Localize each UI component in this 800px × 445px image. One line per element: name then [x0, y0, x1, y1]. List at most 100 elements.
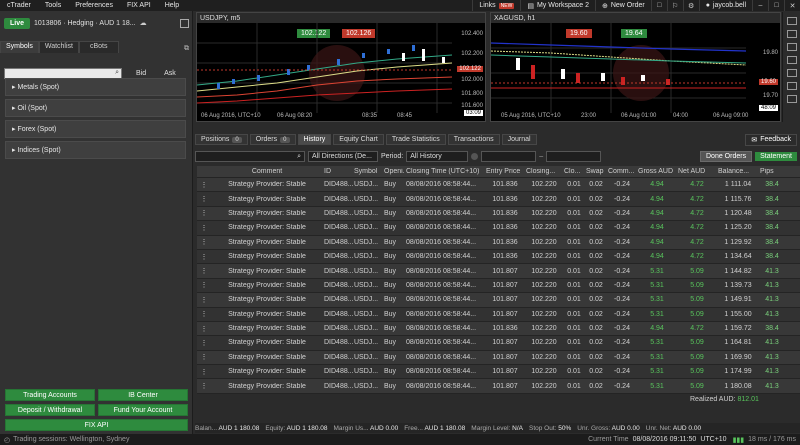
live-button[interactable]: Live: [4, 17, 31, 29]
table-row[interactable]: ⋮ Strategy Provider: Stable DID488... USDJ.…: [197, 293, 800, 308]
row-menu-icon[interactable]: ⋮: [197, 209, 211, 217]
date-to-input[interactable]: [546, 151, 602, 162]
chart-xagusd[interactable]: XAGUSD, h1 19.60 19.64 19.80 19.60 19.70…: [490, 12, 781, 122]
tab-equity-chart[interactable]: Equity Chart: [333, 134, 384, 145]
header-net-aud[interactable]: Net AUD: [677, 168, 717, 175]
table-row[interactable]: ⋮ Strategy Provider: Stable DID488... USDJ.…: [197, 264, 800, 279]
tab-trade-statistics[interactable]: Trade Statistics: [385, 134, 446, 145]
row-menu-icon[interactable]: ⋮: [197, 224, 211, 232]
direction-select[interactable]: All Directions (De...: [308, 151, 378, 162]
user-button[interactable]: ● jaycob.bell: [698, 0, 752, 11]
fix-api-button[interactable]: FIX API: [5, 419, 188, 431]
tab-cbots[interactable]: cBots: [78, 41, 119, 53]
trading-accounts-button[interactable]: Trading Accounts: [5, 389, 95, 401]
menu-fix-api[interactable]: FIX API: [120, 2, 158, 9]
row-menu-icon[interactable]: ⋮: [197, 181, 211, 189]
row-menu-icon[interactable]: ⋮: [197, 238, 211, 246]
row-menu-icon[interactable]: ⋮: [197, 382, 211, 390]
feedback-button[interactable]: ✉ Feedback: [745, 133, 797, 146]
new-order-button[interactable]: ⊕ New Order: [594, 0, 651, 11]
row-menu-icon[interactable]: ⋮: [197, 310, 211, 318]
tab-positions[interactable]: Positions 0: [195, 134, 248, 145]
group-indices[interactable]: ▸ Indices (Spot): [5, 141, 186, 159]
line-tool-icon[interactable]: [786, 30, 797, 38]
done-orders-button[interactable]: Done Orders: [700, 151, 753, 162]
timezone[interactable]: UTC+10: [700, 436, 726, 443]
row-menu-icon[interactable]: ⋮: [197, 325, 211, 333]
header-opening[interactable]: Openi...: [383, 168, 405, 175]
group-oil[interactable]: ▸ Oil (Spot): [5, 99, 186, 117]
tab-watchlist[interactable]: Watchlist: [38, 41, 79, 53]
links-button[interactable]: Links NEW: [472, 0, 520, 11]
radio-icon[interactable]: [471, 153, 479, 160]
group-forex[interactable]: ▸ Forex (Spot): [5, 120, 186, 138]
header-closing-price[interactable]: Closing...: [525, 168, 563, 175]
menu-preferences[interactable]: Preferences: [68, 2, 120, 9]
group-metals[interactable]: ▸ Metals (Spot): [5, 78, 186, 96]
workspace-button[interactable]: ▤ My Workspace 2: [520, 0, 595, 11]
account-info[interactable]: 1013806 · Hedging · AUD 1 18...: [34, 20, 136, 27]
menu-tools[interactable]: Tools: [38, 2, 68, 9]
fib-tool-icon[interactable]: [786, 56, 797, 64]
row-menu-icon[interactable]: ⋮: [197, 253, 211, 261]
table-row[interactable]: ⋮ Strategy Provider: Stable DID488... USDJ.…: [197, 221, 800, 236]
symbol-search-input[interactable]: ⌕: [4, 67, 122, 79]
tab-orders[interactable]: Orders 0: [249, 134, 296, 145]
chart-usdjpy[interactable]: USDJPY, m5 102.122 102.126 102.400 102.2…: [196, 12, 486, 122]
table-row[interactable]: ⋮ Strategy Provider: Stable DID488... USDJ.…: [197, 321, 800, 337]
header-gross-aud[interactable]: Gross AUD: [637, 168, 677, 175]
table-row[interactable]: ⋮ Strategy Provider: Stable DID488... USDJ.…: [197, 336, 800, 351]
ib-center-button[interactable]: IB Center: [98, 389, 188, 401]
header-pips[interactable]: Pips: [759, 168, 785, 175]
menu-ctrader[interactable]: cTrader: [0, 2, 38, 9]
delete-icon[interactable]: [786, 95, 797, 103]
tab-history[interactable]: History: [297, 134, 332, 145]
table-row[interactable]: ⋮ Strategy Provider: Stable DID488... USDJ.…: [197, 178, 800, 193]
layout-icon[interactable]: □: [650, 0, 667, 11]
table-row[interactable]: ⋮ Strategy Provider: Stable DID488... USDJ.…: [197, 192, 800, 207]
table-row[interactable]: ⋮ Strategy Provider: Stable DID488... USDJ.…: [197, 379, 800, 394]
header-entry-price[interactable]: Entry Price: [485, 168, 525, 175]
table-row[interactable]: ⋮ Strategy Provider: Stable DID488... USDJ.…: [197, 307, 800, 322]
header-id[interactable]: ID: [323, 168, 353, 175]
row-menu-icon[interactable]: ⋮: [197, 195, 211, 203]
shape-tool-icon[interactable]: [786, 43, 797, 51]
table-row[interactable]: ⋮ Strategy Provider: Stable DID488... USDJ.…: [197, 350, 800, 366]
table-row[interactable]: ⋮ Strategy Provider: Stable DID488... USDJ.…: [197, 235, 800, 250]
header-closing-qty[interactable]: Clo...: [563, 168, 585, 175]
header-commission[interactable]: Comm...: [607, 168, 637, 175]
menu-help[interactable]: Help: [158, 2, 186, 9]
settings-icon[interactable]: ⚙: [682, 0, 699, 11]
period-select[interactable]: All History: [406, 151, 469, 162]
tab-symbols[interactable]: Symbols: [0, 41, 39, 53]
row-menu-icon[interactable]: ⋮: [197, 339, 211, 347]
row-menu-icon[interactable]: ⋮: [197, 267, 211, 275]
header-comment[interactable]: Comment: [211, 168, 323, 175]
row-menu-icon[interactable]: ⋮: [197, 353, 211, 361]
minimize-icon[interactable]: –: [752, 0, 768, 11]
crosshair-icon[interactable]: [786, 17, 797, 25]
table-row[interactable]: ⋮ Strategy Provider: Stable DID488... USDJ.…: [197, 206, 800, 222]
table-row[interactable]: ⋮ Strategy Provider: Stable DID488... USDJ.…: [197, 278, 800, 294]
fund-account-button[interactable]: Fund Your Account: [98, 404, 188, 416]
deposit-withdrawal-button[interactable]: Deposit / Withdrawal: [5, 404, 95, 416]
header-balance[interactable]: Balance...: [717, 168, 759, 175]
copy-icon[interactable]: ⧉: [184, 45, 189, 53]
maximize-icon[interactable]: □: [768, 0, 784, 11]
header-symbol[interactable]: Symbol: [353, 168, 383, 175]
header-swap[interactable]: Swap: [585, 168, 607, 175]
table-row[interactable]: ⋮ Strategy Provider: Stable DID488... USDJ.…: [197, 249, 800, 265]
history-search-input[interactable]: ⌕: [195, 151, 305, 162]
row-menu-icon[interactable]: ⋮: [197, 368, 211, 376]
date-from-input[interactable]: [481, 151, 537, 162]
header-closing-time[interactable]: Closing Time (UTC+10): [405, 168, 485, 175]
tab-transactions[interactable]: Transactions: [447, 134, 500, 145]
close-icon[interactable]: ✕: [784, 0, 800, 11]
row-menu-icon[interactable]: ⋮: [197, 281, 211, 289]
table-row[interactable]: ⋮ Strategy Provider: Stable DID488... USDJ.…: [197, 365, 800, 380]
alerts-icon[interactable]: ⚐: [666, 0, 683, 11]
row-menu-icon[interactable]: ⋮: [197, 296, 211, 304]
text-tool-icon[interactable]: [786, 69, 797, 77]
zoom-icon[interactable]: [786, 82, 797, 90]
tab-journal[interactable]: Journal: [501, 134, 537, 145]
